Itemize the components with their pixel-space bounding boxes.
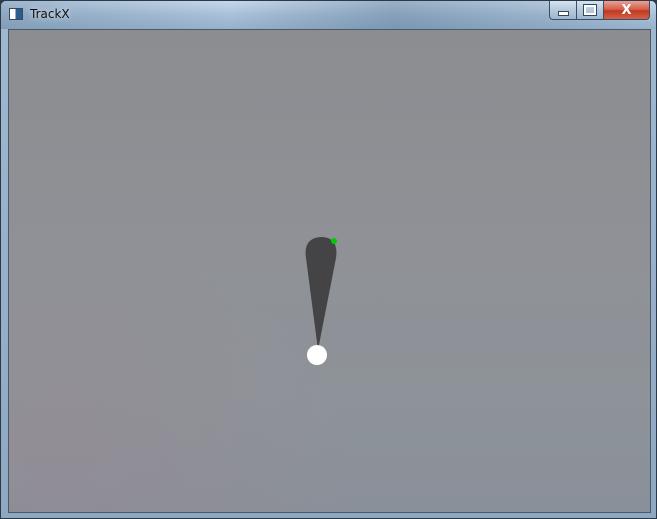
tip-marker: [331, 238, 337, 244]
minimize-icon: [557, 11, 569, 16]
close-icon: X: [621, 2, 632, 18]
app-window: TrackX X: [0, 0, 657, 519]
maximize-icon: [583, 4, 597, 16]
window-title: TrackX: [30, 7, 70, 21]
pivot-marker: [307, 345, 327, 365]
caption-buttons: X: [549, 1, 650, 21]
camera-view[interactable]: [8, 29, 651, 513]
app-window-icon[interactable]: [9, 8, 23, 20]
tracking-scene: [305, 237, 337, 365]
maximize-button[interactable]: [576, 1, 603, 20]
close-button[interactable]: X: [603, 1, 650, 20]
title-bar[interactable]: TrackX X: [1, 1, 656, 29]
minimize-button[interactable]: [549, 1, 576, 20]
tracked-pointer: [305, 237, 337, 350]
